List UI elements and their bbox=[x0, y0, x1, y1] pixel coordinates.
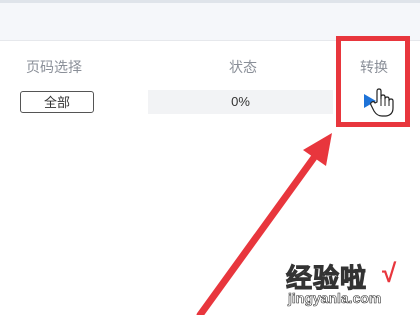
site-watermark: 经验啦 √ jingyanla.com bbox=[285, 258, 416, 310]
watermark-check-icon: √ bbox=[382, 258, 397, 288]
watermark-url: jingyanla.com bbox=[288, 290, 382, 307]
